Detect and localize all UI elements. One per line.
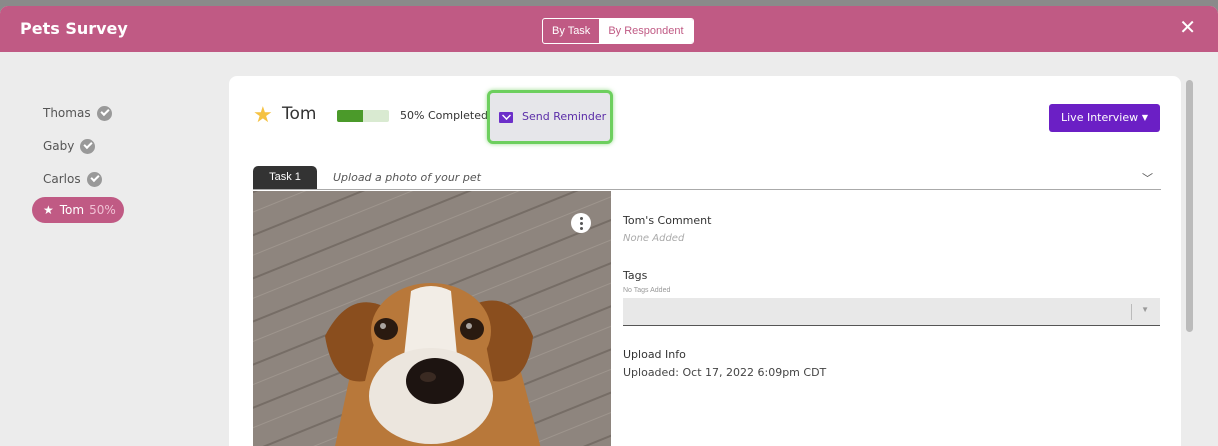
respondent-name: Tom — [59, 203, 85, 217]
respondent-list: Thomas Gaby Carlos ★ Tom 50% — [32, 102, 132, 234]
app-title: Pets Survey — [20, 19, 128, 38]
respondent-percent: 50% — [89, 203, 116, 217]
progress-bar — [337, 110, 389, 122]
upload-info-value: Uploaded: Oct 17, 2022 6:09pm CDT — [623, 366, 827, 379]
respondent-name: Gaby — [43, 139, 75, 153]
check-icon — [80, 138, 96, 154]
survey-window: Pets Survey By Task By Respondent ✕ Thom… — [0, 6, 1218, 446]
comment-label: Tom's Comment — [623, 214, 712, 227]
by-task-button[interactable]: By Task — [543, 19, 599, 43]
respondent-item-thomas[interactable]: Thomas — [32, 102, 132, 124]
by-respondent-button[interactable]: By Respondent — [599, 19, 693, 43]
progress-text: 50% Completed — [400, 109, 488, 122]
pet-photo — [253, 191, 611, 446]
caret-down-icon: ▼ — [1141, 113, 1148, 122]
tags-select[interactable]: ▼ — [623, 298, 1160, 326]
tags-label: Tags — [623, 269, 648, 282]
live-interview-button[interactable]: Live Interview ▼ — [1049, 104, 1160, 132]
star-icon[interactable]: ★ — [253, 102, 273, 128]
star-icon: ★ — [43, 203, 54, 217]
task-header: Task 1 Upload a photo of your pet ﹀ — [253, 166, 1161, 190]
more-options-icon[interactable] — [571, 213, 591, 233]
progress-fill — [337, 110, 363, 122]
respondent-item-tom[interactable]: ★ Tom 50% — [32, 197, 124, 223]
respondent-item-gaby[interactable]: Gaby — [32, 135, 132, 157]
tags-hint: No Tags Added — [623, 287, 671, 294]
respondent-title: Tom — [282, 104, 317, 124]
close-icon[interactable]: ✕ — [1179, 17, 1196, 39]
live-interview-label: Live Interview — [1061, 111, 1139, 124]
caret-down-icon: ▼ — [1141, 305, 1149, 314]
respondent-item-carlos[interactable]: Carlos — [32, 168, 132, 190]
upload-info-label: Upload Info — [623, 348, 686, 361]
respondent-card: ★ Tom 50% Completed Send Reminder Live I… — [229, 76, 1181, 446]
view-toggle: By Task By Respondent — [542, 18, 694, 44]
select-divider — [1131, 304, 1132, 320]
chevron-down-icon[interactable]: ﹀ — [1142, 170, 1153, 186]
respondent-name: Thomas — [43, 106, 91, 120]
task-title: Upload a photo of your pet — [333, 171, 481, 184]
check-icon — [86, 171, 102, 187]
title-bar: Pets Survey By Task By Respondent ✕ — [0, 6, 1218, 52]
tab-task-1[interactable]: Task 1 — [253, 166, 317, 189]
comment-value: None Added — [623, 233, 685, 244]
send-reminder-label: Send Reminder — [522, 110, 607, 123]
dog-photo-image — [253, 191, 611, 446]
scrollbar[interactable] — [1186, 80, 1193, 332]
respondent-name: Carlos — [43, 172, 81, 186]
check-icon — [96, 105, 112, 121]
mail-icon — [499, 112, 513, 123]
send-reminder-button[interactable]: Send Reminder — [487, 90, 613, 144]
